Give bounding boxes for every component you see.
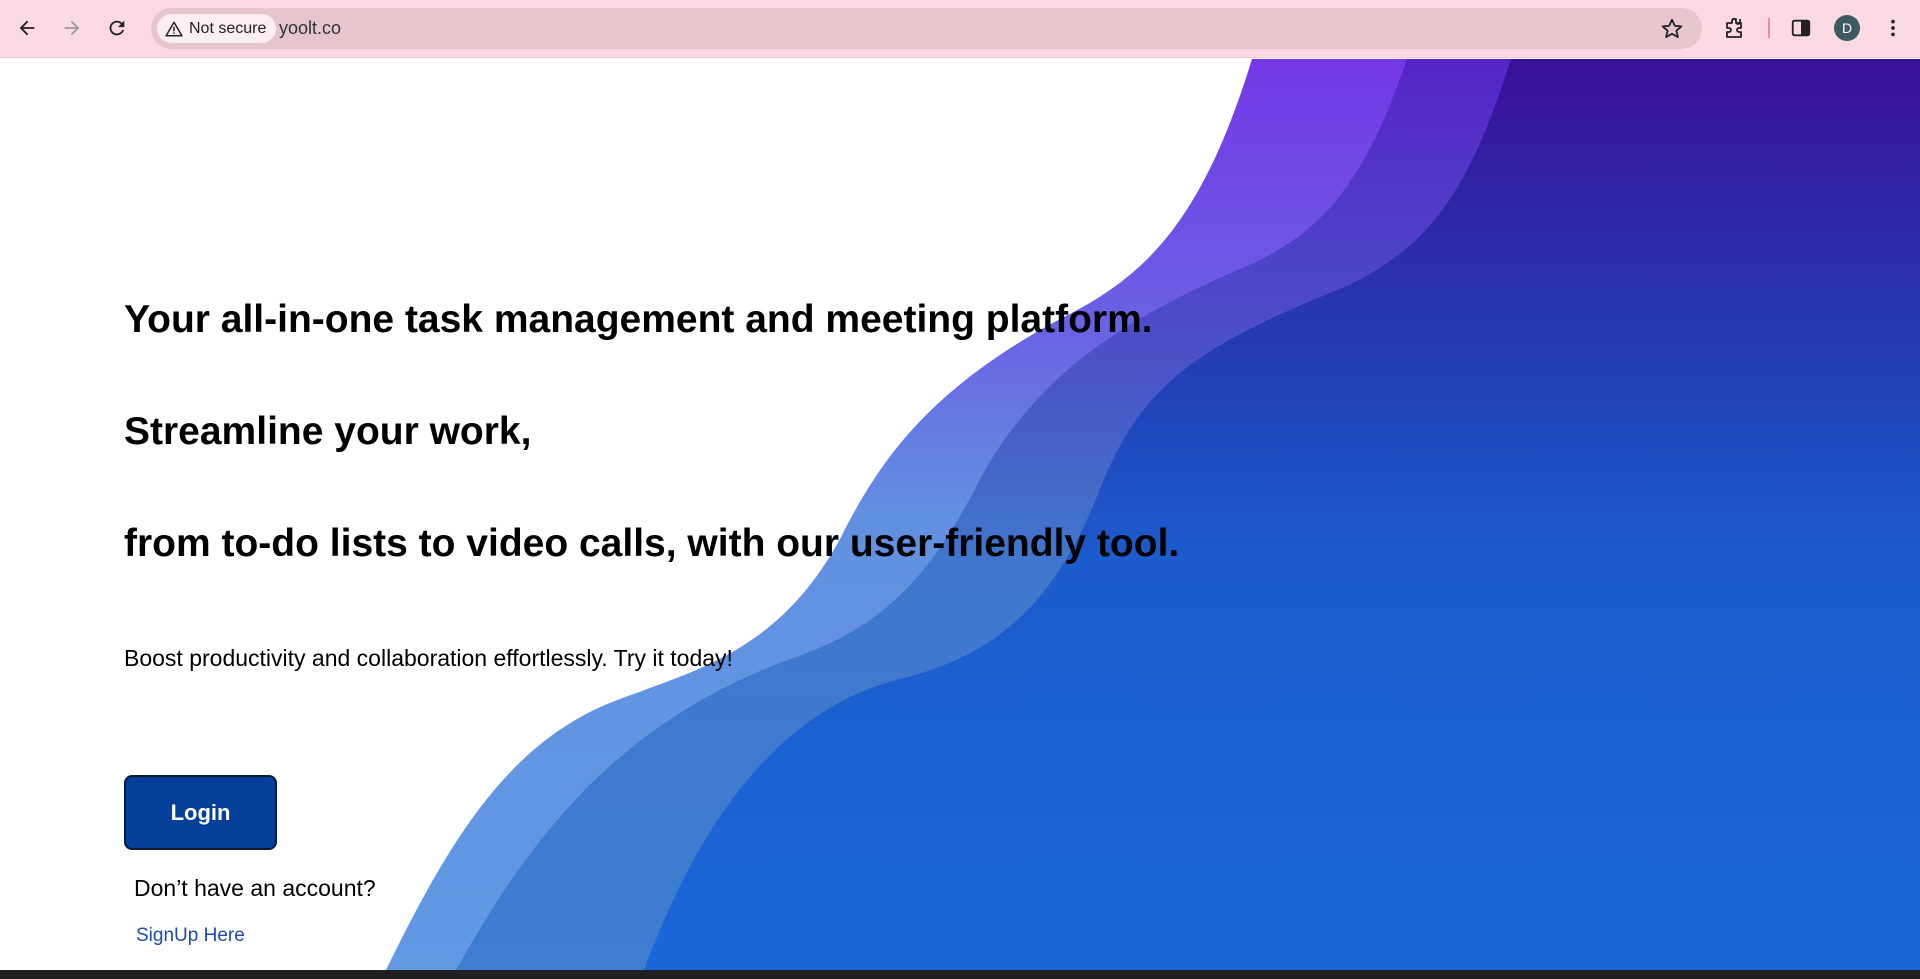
wave-background xyxy=(386,59,1920,970)
star-icon[interactable] xyxy=(1660,17,1684,41)
hero-description: from to-do lists to video calls, with ou… xyxy=(124,522,1180,565)
reload-icon xyxy=(109,20,125,36)
hero-headline: Your all-in-one task management and meet… xyxy=(124,298,1153,341)
back-icon xyxy=(19,20,35,36)
os-taskbar xyxy=(0,970,1920,979)
no-account-text: Don’t have an account? xyxy=(134,875,376,901)
forward-button[interactable] xyxy=(54,10,90,46)
forward-icon xyxy=(64,20,80,36)
security-indicator[interactable]: Not secure xyxy=(157,14,277,43)
toolbar-divider xyxy=(1768,18,1770,38)
url-text[interactable]: yoolt.co xyxy=(279,8,341,49)
warning-icon xyxy=(165,21,183,36)
security-label: Not secure xyxy=(189,19,267,37)
browser-toolbar: Not secure yoolt.co D xyxy=(0,0,1920,58)
more-menu-button[interactable] xyxy=(1880,15,1906,41)
landing-page: Your all-in-one task management and meet… xyxy=(0,59,1920,970)
extensions-button[interactable] xyxy=(1722,15,1748,41)
signup-link[interactable]: SignUp Here xyxy=(136,925,245,947)
side-panel-icon xyxy=(1791,19,1811,37)
more-icon xyxy=(1891,19,1895,37)
hero-subtitle: Boost productivity and collaboration eff… xyxy=(124,645,733,671)
login-button[interactable]: Login xyxy=(124,775,277,850)
profile-avatar[interactable]: D xyxy=(1834,15,1860,41)
extensions-icon xyxy=(1726,18,1742,38)
reload-button[interactable] xyxy=(99,10,135,46)
side-panel-button[interactable] xyxy=(1788,15,1814,41)
back-button[interactable] xyxy=(9,10,45,46)
address-bar[interactable]: Not secure yoolt.co xyxy=(151,8,1702,49)
hero-tagline: Streamline your work, xyxy=(124,410,532,453)
